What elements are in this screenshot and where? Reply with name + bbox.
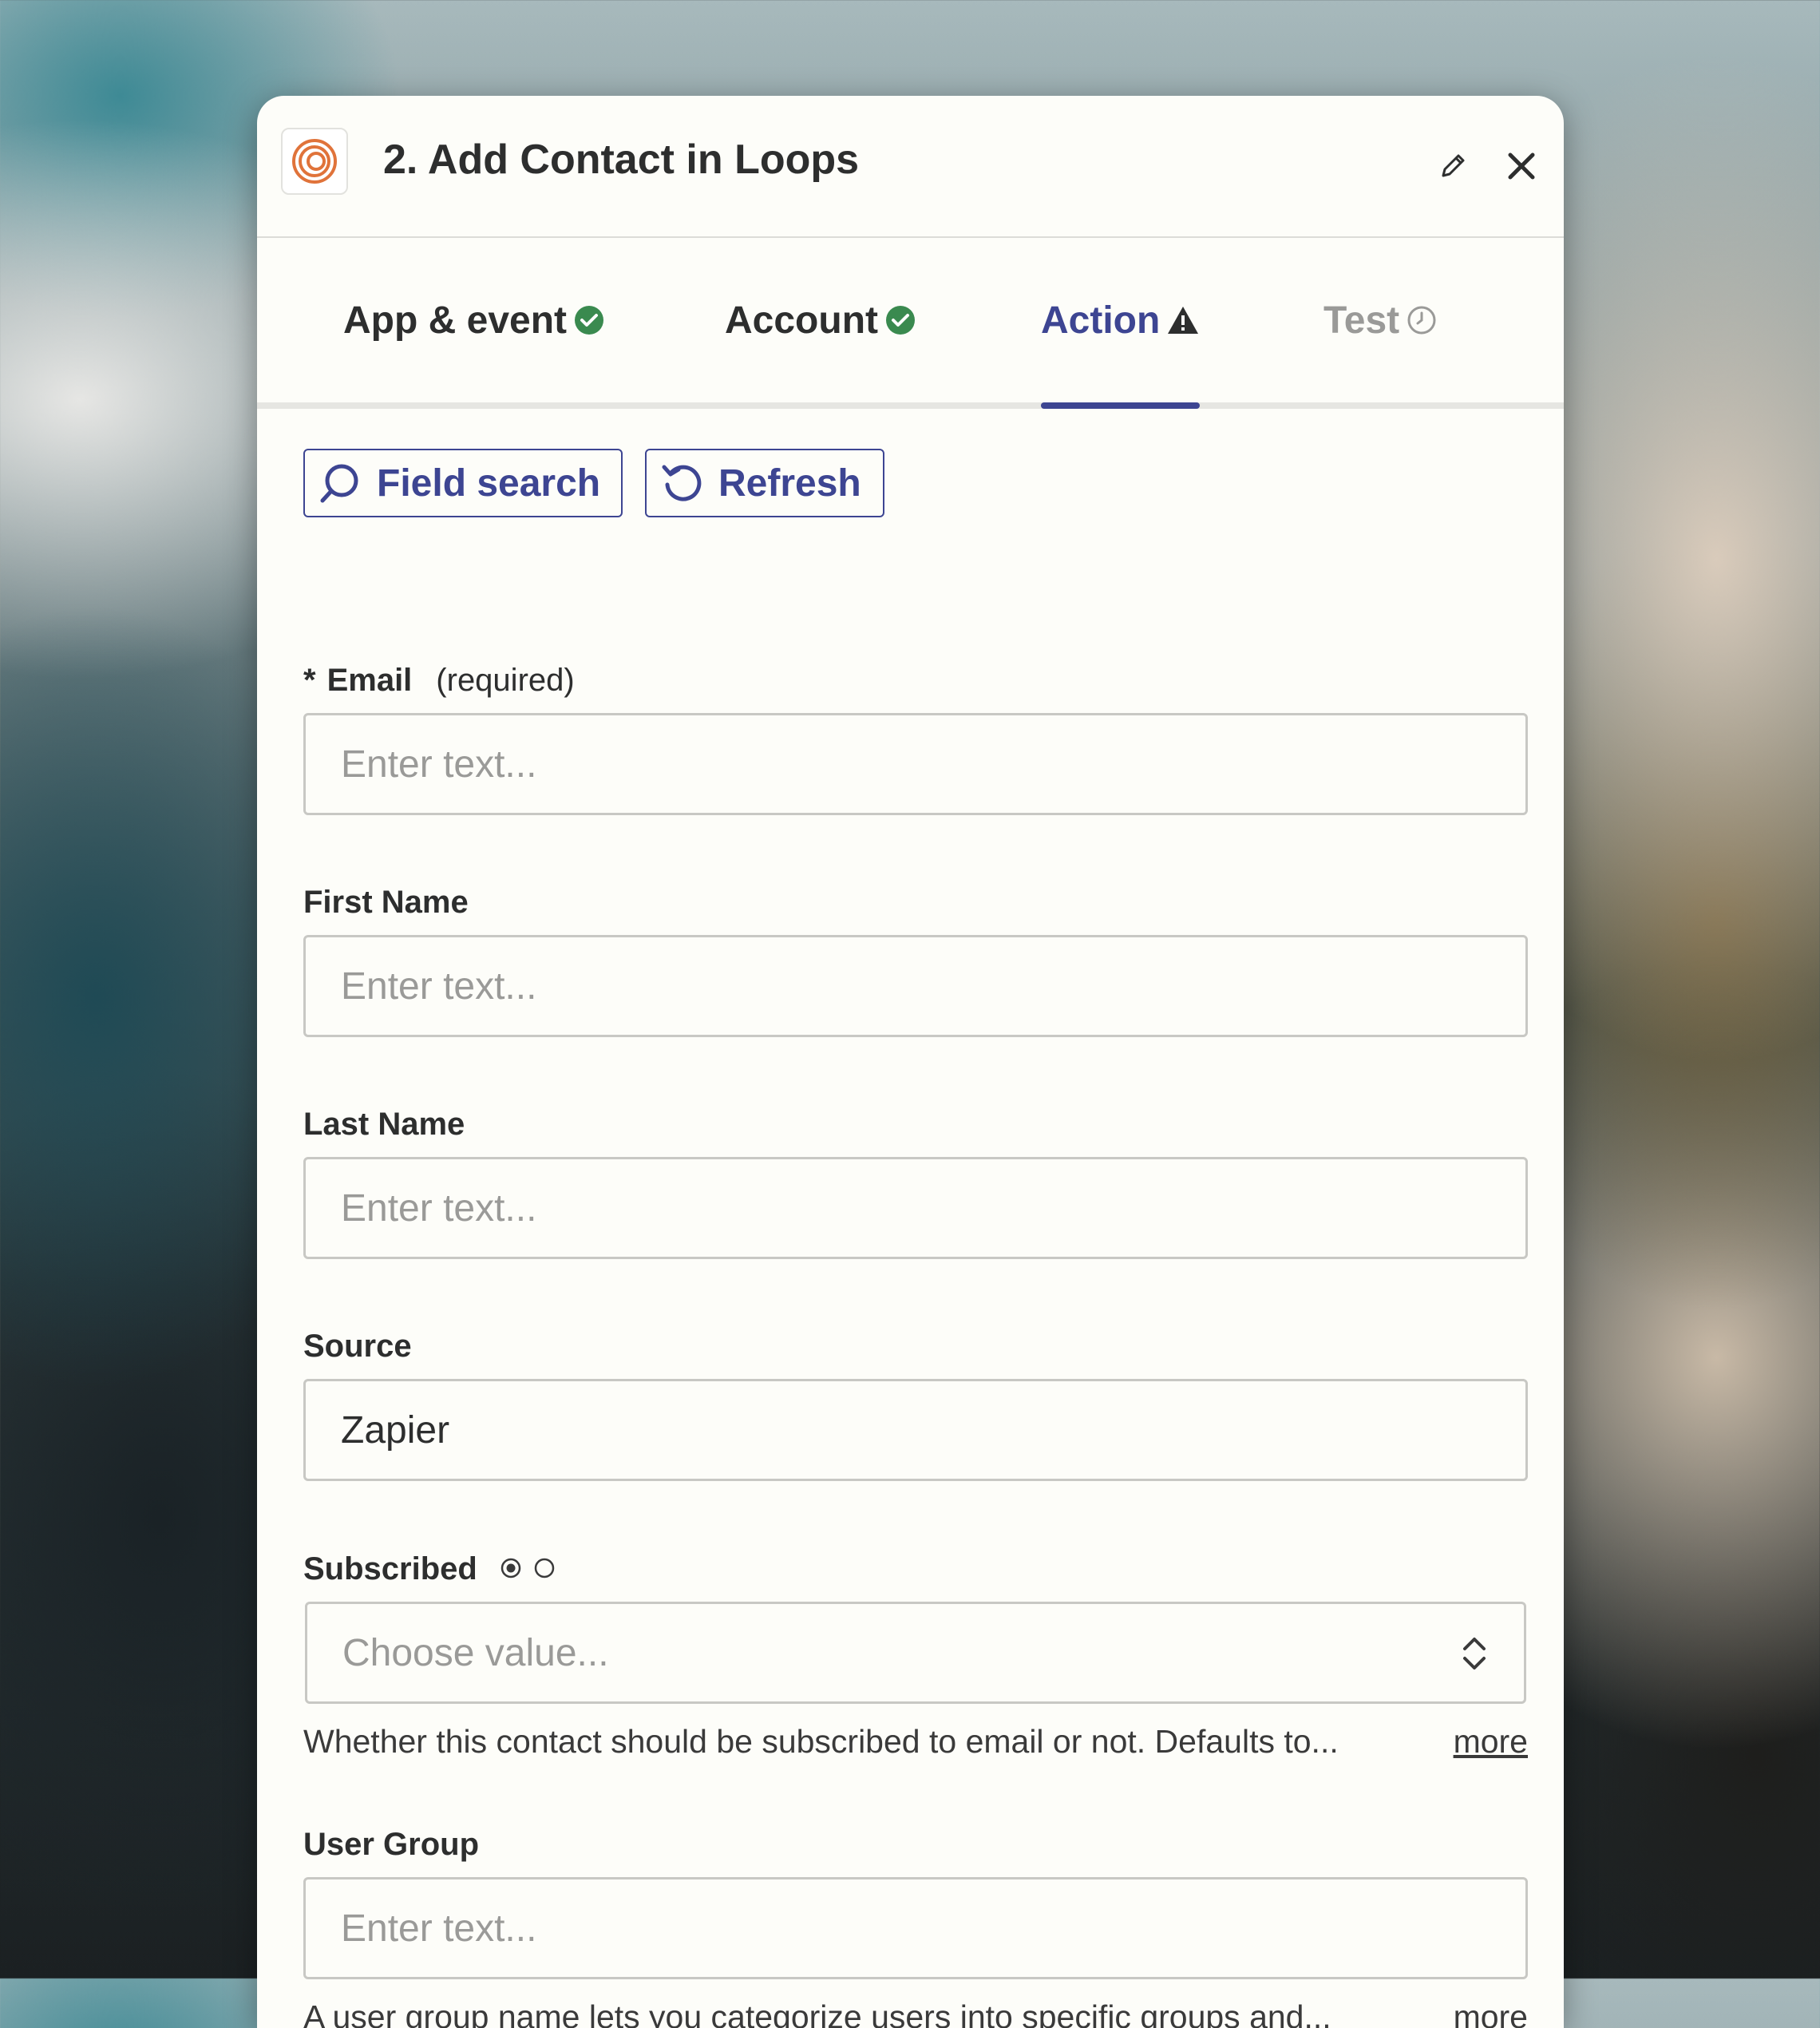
search-icon <box>318 461 362 505</box>
user-group-help: A user group name lets you categorize us… <box>303 1998 1528 2028</box>
tab-label: App & event <box>343 299 568 342</box>
step-title: 2. Add Contact in Loops <box>383 137 860 183</box>
subscribed-field-group: Subscribed Choose value... Whether this <box>303 1551 1528 1761</box>
step-tabs: App & event Account Action Test <box>257 238 1564 409</box>
source-field-group: Source Zapier <box>303 1329 1528 1481</box>
tab-app-event[interactable]: App & event <box>343 238 605 402</box>
user-group-placeholder: Enter text... <box>341 1907 537 1950</box>
first-name-placeholder: Enter text... <box>341 964 537 1008</box>
tab-account[interactable]: Account <box>725 238 916 402</box>
refresh-label: Refresh <box>718 461 861 505</box>
first-name-field-group: First Name Enter text... <box>303 885 1528 1037</box>
first-name-field[interactable]: Enter text... <box>303 935 1528 1037</box>
last-name-field[interactable]: Enter text... <box>303 1157 1528 1259</box>
close-icon <box>1505 150 1537 186</box>
email-field-group: * Email (required) Enter text... <box>303 663 1528 815</box>
loops-logo-icon <box>281 128 348 195</box>
user-group-help-text: A user group name lets you categorize us… <box>303 1998 1331 2028</box>
rename-step-button[interactable] <box>1430 145 1475 190</box>
email-label: Email <box>326 663 413 698</box>
subscribed-help-text: Whether this contact should be subscribe… <box>303 1723 1339 1760</box>
close-button[interactable] <box>1499 145 1544 190</box>
email-field[interactable]: Enter text... <box>303 713 1528 815</box>
panel-header: 2. Add Contact in Loops <box>257 96 1564 238</box>
check-circle-icon <box>884 304 916 336</box>
required-marker: * <box>303 663 316 698</box>
check-circle-icon <box>573 304 605 336</box>
last-name-placeholder: Enter text... <box>341 1186 537 1230</box>
subscribed-help: Whether this contact should be subscribe… <box>303 1723 1528 1761</box>
field-search-button[interactable]: Field search <box>303 449 623 517</box>
user-group-field[interactable]: Enter text... <box>303 1877 1528 1979</box>
email-placeholder: Enter text... <box>341 743 537 786</box>
last-name-label: Last Name <box>303 1107 465 1142</box>
radio-unselected-icon[interactable] <box>533 1551 556 1587</box>
action-form: Field search Refresh * Email (required) … <box>303 415 1528 2028</box>
pencil-icon <box>1437 150 1469 186</box>
subscribed-placeholder: Choose value... <box>342 1631 609 1674</box>
user-group-field-group: User Group Enter text... A user group na… <box>303 1827 1528 2028</box>
tab-label: Action <box>1041 299 1161 342</box>
user-group-more-link[interactable]: more <box>1454 1998 1528 2028</box>
chevron-updown-icon <box>1460 1633 1489 1684</box>
form-toolbar: Field search Refresh <box>303 449 1528 521</box>
radio-selected-icon[interactable] <box>500 1551 522 1587</box>
tab-test[interactable]: Test <box>1323 238 1438 402</box>
tab-action[interactable]: Action <box>1041 238 1201 409</box>
clock-icon <box>1406 304 1438 336</box>
step-editor-panel: 2. Add Contact in Loops App & event Acco… <box>257 96 1564 2028</box>
tab-label: Account <box>725 299 878 342</box>
subscribed-more-link[interactable]: more <box>1454 1723 1528 1761</box>
user-group-label: User Group <box>303 1827 480 1862</box>
source-field[interactable]: Zapier <box>303 1379 1528 1481</box>
input-mode-toggle[interactable] <box>500 1551 556 1587</box>
field-search-label: Field search <box>377 461 601 505</box>
refresh-icon <box>659 461 704 505</box>
tab-label: Test <box>1323 299 1400 342</box>
subscribed-label: Subscribed <box>303 1551 477 1586</box>
subscribed-select[interactable]: Choose value... <box>305 1602 1526 1704</box>
refresh-button[interactable]: Refresh <box>645 449 884 517</box>
warning-icon <box>1166 304 1200 336</box>
first-name-label: First Name <box>303 885 469 920</box>
source-label: Source <box>303 1329 412 1364</box>
required-hint: (required) <box>436 663 575 698</box>
last-name-field-group: Last Name Enter text... <box>303 1107 1528 1259</box>
source-value: Zapier <box>341 1408 450 1452</box>
